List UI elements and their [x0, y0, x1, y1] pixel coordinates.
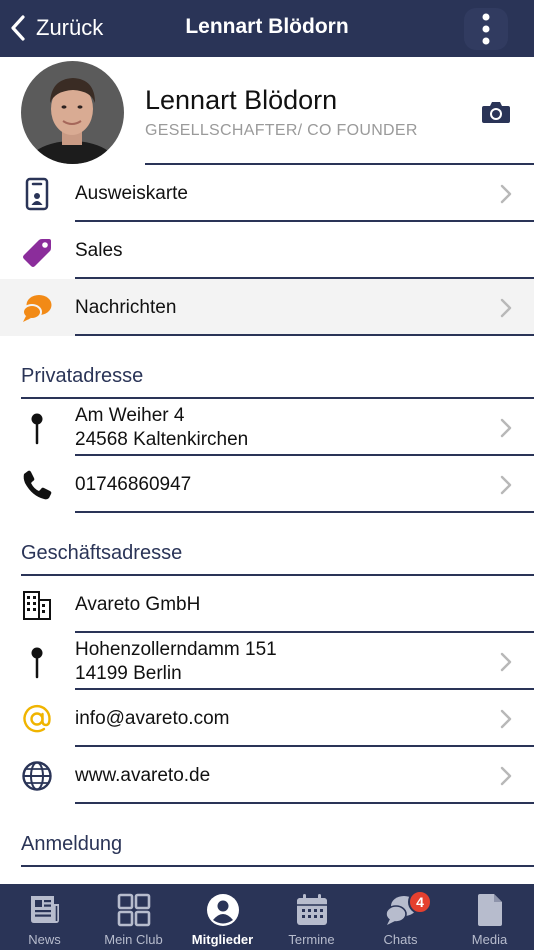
section-private-address: Privatadresse	[0, 336, 534, 399]
document-icon	[477, 894, 502, 926]
address-line-1: Am Weiher 4	[75, 404, 185, 426]
section-title: Geschäftsadresse	[21, 542, 183, 564]
tab-label: Mitglieder	[191, 932, 254, 947]
tab-my-club[interactable]: Mein Club	[89, 884, 178, 950]
unread-badge: 4	[408, 890, 432, 914]
tab-label: Chats	[383, 932, 418, 947]
news-icon	[30, 896, 59, 923]
row-label: Am Weiher 4 24568 Kaltenkirchen	[75, 404, 248, 452]
at-sign-icon	[20, 702, 54, 736]
map-pin-icon	[20, 645, 54, 679]
address-line-2: 14199 Berlin	[75, 662, 182, 684]
row-company[interactable]: Avareto GmbH	[0, 576, 534, 633]
row-label: www.avareto.de	[75, 764, 211, 786]
chat-bubbles-icon	[20, 291, 54, 325]
tab-label: Termine	[288, 932, 335, 947]
profile-name: Lennart Blödorn	[145, 85, 338, 115]
address-line-2: 24568 Kaltenkirchen	[75, 428, 249, 450]
row-label: Sales	[75, 239, 123, 261]
chevron-right-icon	[500, 766, 512, 785]
phone-icon	[20, 468, 54, 502]
divider	[21, 865, 534, 867]
row-private-address[interactable]: Am Weiher 4 24568 Kaltenkirchen	[0, 399, 534, 456]
camera-icon[interactable]	[481, 100, 511, 124]
building-icon	[20, 588, 54, 622]
globe-icon	[20, 759, 54, 793]
section-login: Anmeldung	[0, 804, 534, 867]
tab-members[interactable]: Mitglieder	[178, 884, 267, 950]
section-title: Privatadresse	[21, 365, 144, 387]
row-messages[interactable]: Nachrichten	[0, 279, 534, 336]
chevron-right-icon	[500, 475, 512, 494]
user-circle-icon	[206, 894, 239, 926]
profile-header: Lennart Blödorn GESELLSCHAFTER/ CO FOUND…	[0, 57, 534, 165]
address-line-1: Hohenzollerndamm 151	[75, 638, 277, 660]
grid-icon	[117, 893, 150, 927]
row-label: Hohenzollerndamm 151 14199 Berlin	[75, 638, 277, 686]
row-label: 01746860947	[75, 473, 192, 495]
tab-news[interactable]: News	[0, 884, 89, 950]
more-vertical-icon	[482, 13, 490, 45]
row-sales[interactable]: Sales	[0, 222, 534, 279]
section-title: Anmeldung	[21, 833, 123, 855]
tab-media[interactable]: Media	[445, 884, 534, 950]
tab-label: Mein Club	[104, 932, 163, 947]
row-label: Nachrichten	[75, 296, 177, 318]
row-label: Avareto GmbH	[75, 593, 201, 615]
top-navigation-bar: Zurück Lennart Blödorn	[0, 0, 534, 57]
chevron-right-icon	[500, 709, 512, 728]
bottom-tab-bar: News Mein Club Mitglieder Termine 4 Chat…	[0, 884, 534, 950]
profile-role: GESELLSCHAFTER/ CO FOUNDER	[145, 122, 418, 139]
id-card-icon	[20, 177, 54, 211]
tab-label: News	[28, 932, 61, 947]
section-business-address: Geschäftsadresse	[0, 513, 534, 576]
chevron-right-icon	[500, 184, 512, 203]
row-email[interactable]: info@avareto.com	[0, 690, 534, 747]
map-pin-icon	[20, 411, 54, 445]
page-title: Lennart Blödorn	[185, 15, 349, 38]
tab-label: Media	[471, 932, 508, 947]
row-label: info@avareto.com	[75, 707, 230, 729]
chevron-right-icon	[500, 298, 512, 317]
tab-chats[interactable]: 4 Chats	[356, 884, 445, 950]
row-business-address[interactable]: Hohenzollerndamm 151 14199 Berlin	[0, 633, 534, 690]
tag-icon	[20, 234, 54, 268]
calendar-icon	[296, 894, 327, 925]
chevron-right-icon	[500, 652, 512, 671]
chevron-right-icon	[500, 418, 512, 437]
tab-events[interactable]: Termine	[267, 884, 356, 950]
row-phone[interactable]: 01746860947	[0, 456, 534, 513]
more-options-button[interactable]	[464, 8, 508, 50]
row-website[interactable]: www.avareto.de	[0, 747, 534, 804]
row-label: Ausweiskarte	[75, 182, 188, 204]
avatar-photo	[21, 61, 124, 164]
row-id-card[interactable]: Ausweiskarte	[0, 165, 534, 222]
avatar[interactable]	[21, 61, 124, 164]
